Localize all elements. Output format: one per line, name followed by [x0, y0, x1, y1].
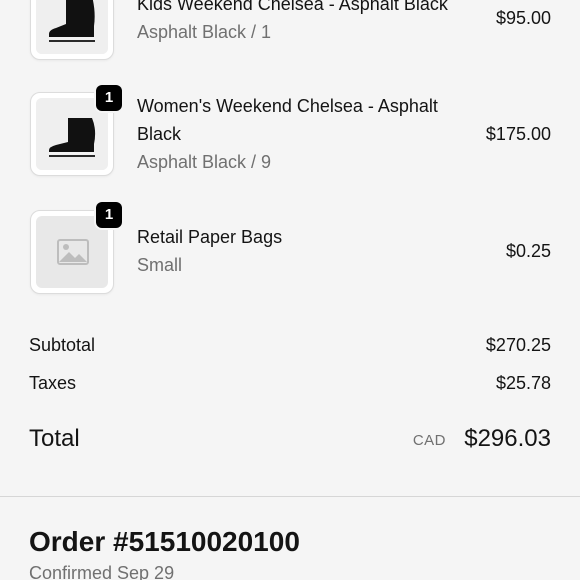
- order-number-title: Order #51510020100: [29, 526, 300, 557]
- subtotal-label: Subtotal: [29, 335, 96, 355]
- line-item-kids-chelsea: Kids Weekend Chelsea - Asphalt Black Asp…: [0, 0, 580, 70]
- boot-image: [36, 0, 108, 54]
- order-summary-screen: Kids Weekend Chelsea - Asphalt Black Asp…: [0, 0, 580, 580]
- placeholder-image: [36, 216, 108, 288]
- line-item-variant: Asphalt Black / 9: [137, 152, 272, 172]
- line-item-variant: Asphalt Black / 1: [137, 22, 272, 42]
- subtotal-value: $270.25: [485, 335, 551, 355]
- image-placeholder-icon: [57, 239, 89, 265]
- quantity-badge: 1: [96, 202, 122, 228]
- total-value: $296.03: [464, 425, 551, 452]
- line-item-price: $95.00: [495, 8, 551, 28]
- chelsea-boot-image: [36, 0, 108, 54]
- product-thumbnail: [30, 0, 114, 60]
- order-confirmed-date: Confirmed Sep 29: [29, 563, 175, 580]
- line-item-paper-bags: 1 Retail Paper Bags Small $0.25: [0, 200, 580, 300]
- line-item-title: Kids Weekend Chelsea - Asphalt Black: [137, 0, 448, 14]
- taxes-label: Taxes: [29, 373, 77, 393]
- line-item-womens-chelsea: 1 Women's Weekend Chelsea - Asphalt Blac…: [0, 84, 580, 194]
- line-item-variant: Small: [137, 255, 183, 275]
- quantity-badge: 1: [96, 85, 122, 111]
- total-currency: CAD: [412, 432, 446, 449]
- taxes-value: $25.78: [495, 373, 551, 393]
- line-item-title: Women's Weekend Chelsea - Asphalt Black: [137, 96, 438, 144]
- line-item-title: Retail Paper Bags: [137, 227, 283, 247]
- total-label: Total: [29, 425, 80, 452]
- line-item-price: $0.25: [505, 241, 551, 261]
- line-item-price: $175.00: [485, 124, 551, 144]
